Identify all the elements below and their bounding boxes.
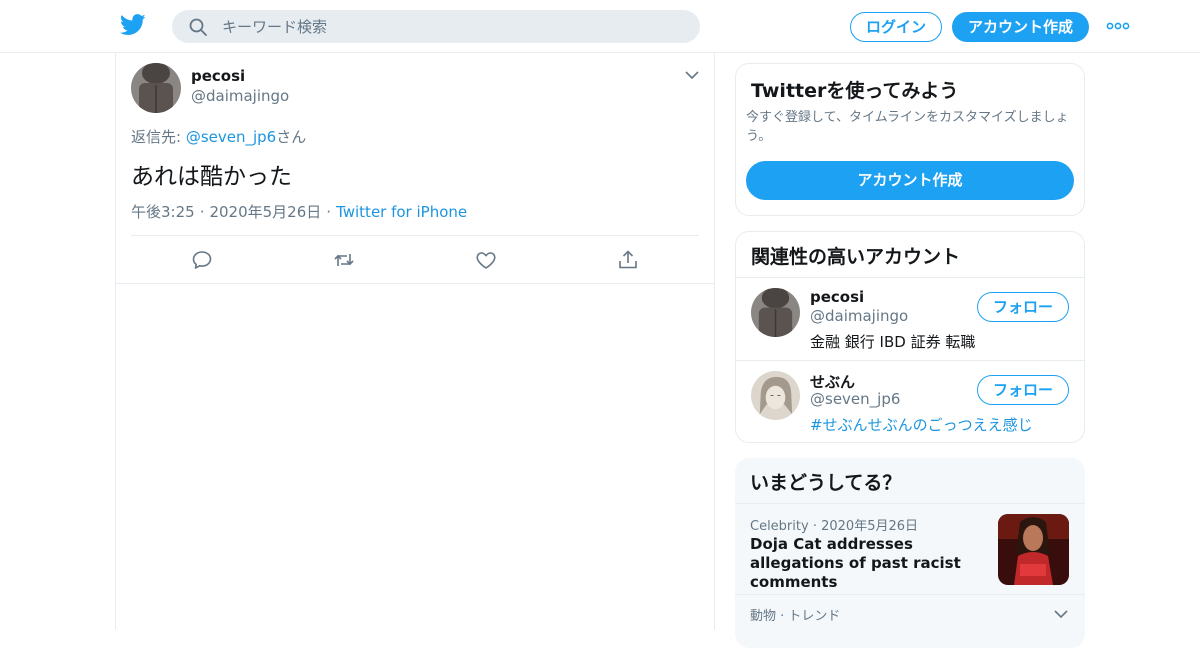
trend-category: Celebrity · 2020年5月26日 <box>750 515 918 534</box>
tweet-column: pecosi @daimajingo 返信先: @seven_jp6さん あれは… <box>115 53 715 630</box>
account-name[interactable]: pecosi <box>810 288 864 306</box>
account-bio-hashtag-link[interactable]: #せぶんせぶんのごっつええ感じ <box>810 414 1033 435</box>
avatar-image <box>751 371 800 420</box>
account-handle[interactable]: @daimajingo <box>810 307 908 325</box>
share-icon[interactable] <box>616 248 640 272</box>
avatar[interactable] <box>751 288 800 337</box>
avatar-image <box>131 63 181 113</box>
trend-thumbnail[interactable] <box>998 514 1069 585</box>
tweet-time[interactable]: 午後3:25 <box>131 203 195 221</box>
tweet-author-handle[interactable]: @daimajingo <box>191 87 289 105</box>
search-box[interactable] <box>172 10 700 43</box>
avatar[interactable] <box>751 371 800 420</box>
account-handle[interactable]: @seven_jp6 <box>810 390 900 408</box>
account-row[interactable]: せぶん @seven_jp6 #せぶんせぶんのごっつええ感じ フォロー <box>736 360 1084 442</box>
tweet-text: あれは酷かった <box>131 164 292 190</box>
separator: · <box>326 203 332 221</box>
signup-promo-card: Twitterを使ってみよう 今すぐ登録して、タイムラインをカスタマイズしましょ… <box>735 63 1085 216</box>
top-navigation-bar: ログイン アカウント作成 <box>0 0 1200 53</box>
tweet-author-name[interactable]: pecosi <box>191 67 245 85</box>
separator: · <box>812 519 817 534</box>
tweet-source-link[interactable]: Twitter for iPhone <box>336 203 467 221</box>
reply-suffix: さん <box>276 128 307 146</box>
trend-item[interactable]: Celebrity · 2020年5月26日 Doja Cat addresse… <box>735 503 1085 594</box>
reply-context: 返信先: @seven_jp6さん <box>131 126 306 147</box>
like-icon[interactable] <box>474 248 498 272</box>
search-input[interactable] <box>222 10 682 43</box>
login-button[interactable]: ログイン <box>850 12 942 42</box>
account-row[interactable]: pecosi @daimajingo 金融 銀行 IBD 証券 転職 フォロー <box>736 277 1084 360</box>
twitter-bird-icon[interactable] <box>120 14 146 36</box>
tweet-date[interactable]: 2020年5月26日 <box>209 203 321 221</box>
follow-button[interactable]: フォロー <box>977 375 1069 405</box>
account-bio: 金融 銀行 IBD 証券 転職 <box>810 333 976 351</box>
search-icon <box>189 18 207 36</box>
trend-category-label: Celebrity <box>750 519 809 534</box>
card-title: 関連性の高いアカウント <box>751 246 961 268</box>
trends-card: いまどうしてる？ Celebrity · 2020年5月26日 Doja Cat… <box>735 458 1085 648</box>
trend-item[interactable]: 動物 · トレンド <box>735 594 1085 648</box>
related-accounts-card: 関連性の高いアカウント pecosi @daimajingo 金融 銀行 IBD… <box>735 231 1085 443</box>
avatar-image <box>751 288 800 337</box>
trend-category: 動物 · トレンド <box>750 609 841 624</box>
signup-cta-button[interactable]: アカウント作成 <box>746 161 1074 200</box>
reply-prefix: 返信先: <box>131 128 186 146</box>
retweet-icon[interactable] <box>332 248 356 272</box>
trend-headline[interactable]: Doja Cat addresses allegations of past r… <box>750 535 986 592</box>
chevron-down-icon[interactable] <box>684 69 700 81</box>
chevron-down-icon[interactable] <box>1053 608 1069 620</box>
separator: · <box>199 203 205 221</box>
tweet-metadata: 午後3:25 · 2020年5月26日 · Twitter for iPhone <box>131 201 467 222</box>
trend-date: 2020年5月26日 <box>821 519 919 534</box>
signup-button[interactable]: アカウント作成 <box>952 12 1089 42</box>
avatar[interactable] <box>131 63 181 113</box>
card-description: 今すぐ登録して、タイムラインをカスタマイズしましょう。 <box>746 110 1069 144</box>
tweet-action-bar <box>116 236 714 284</box>
card-title: Twitterを使ってみよう <box>751 80 959 102</box>
account-name[interactable]: せぶん <box>810 371 855 392</box>
trend-thumbnail-image <box>998 514 1069 585</box>
reply-mention-link[interactable]: @seven_jp6 <box>186 128 276 146</box>
card-title: いまどうしてる？ <box>750 472 902 494</box>
reply-icon[interactable] <box>190 248 214 272</box>
follow-button[interactable]: フォロー <box>977 292 1069 322</box>
more-dots-icon[interactable] <box>1106 20 1130 32</box>
